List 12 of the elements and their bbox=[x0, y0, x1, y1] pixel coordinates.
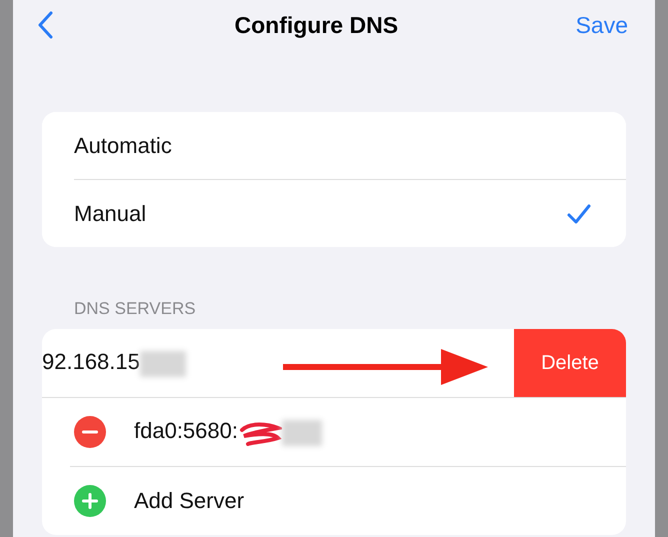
server-address: 92.168.15 bbox=[42, 349, 140, 374]
save-button[interactable]: Save bbox=[576, 12, 628, 38]
screen-title: Configure DNS bbox=[234, 12, 398, 38]
add-server-button[interactable]: Add Server bbox=[134, 488, 244, 514]
add-icon[interactable] bbox=[74, 485, 106, 517]
redaction-mark bbox=[140, 350, 186, 377]
redaction-mark bbox=[282, 420, 322, 446]
redaction-mark bbox=[238, 420, 282, 446]
remove-icon[interactable] bbox=[74, 416, 106, 448]
server-address: fda0:5680: bbox=[134, 418, 238, 444]
section-header: DNS SERVERS bbox=[74, 299, 197, 319]
delete-button[interactable]: Delete bbox=[514, 329, 626, 397]
